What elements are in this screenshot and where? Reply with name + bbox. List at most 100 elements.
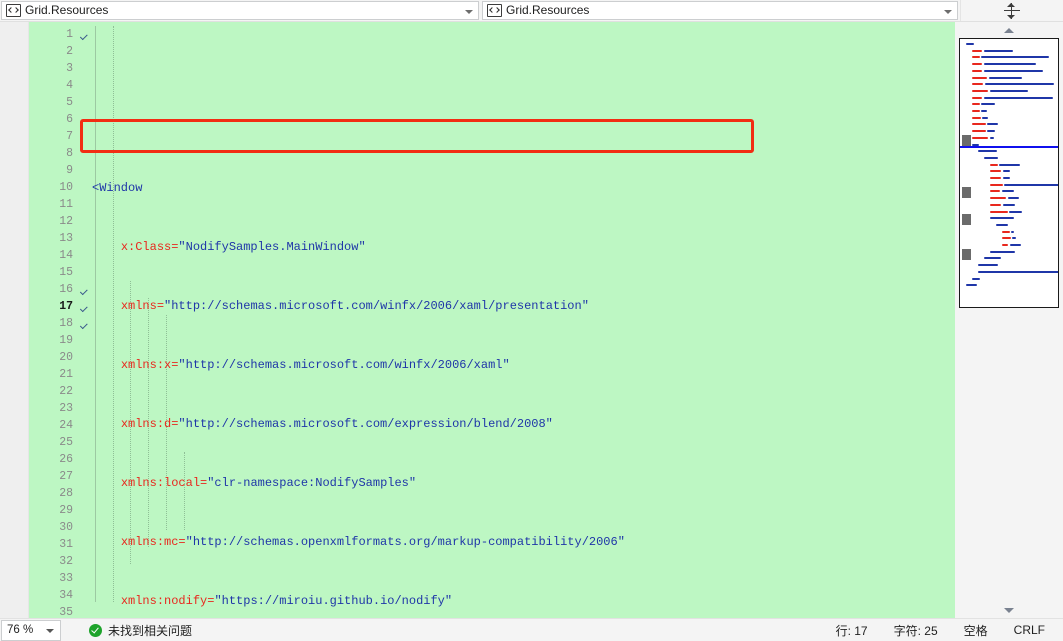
status-bar: 76 % 未找到相关问题 行: 17 字符: 25 空格 CRLF (0, 618, 1063, 641)
minimap-code-line (987, 130, 996, 133)
fold-empty (76, 502, 92, 519)
fold-empty (76, 366, 92, 383)
minimap-code-line (989, 136, 995, 139)
minimap-code-line (1001, 190, 1015, 193)
fold-empty (76, 332, 92, 349)
code-minimap[interactable] (959, 38, 1059, 308)
left-member-dropdown[interactable]: Grid.Resources (1, 1, 479, 20)
fold-toggle[interactable] (76, 315, 92, 332)
line-number: 22 (59, 385, 73, 398)
caret-line-indicator[interactable]: 行: 17 (836, 622, 868, 639)
minimap-code-line (983, 63, 1037, 66)
line-number: 9 (66, 164, 73, 177)
code-line: x:Class="NodifySamples.MainWindow" (120, 240, 366, 254)
minimap-code-line (1002, 244, 1009, 246)
breakpoint-margin[interactable] (0, 22, 29, 618)
fold-empty (76, 519, 92, 536)
minimap-code-line (1009, 210, 1022, 213)
fold-empty (76, 43, 92, 60)
chevron-down-icon[interactable] (465, 9, 473, 14)
minimap-viewport-indicator[interactable] (960, 146, 1058, 148)
triangle-up-icon (1004, 27, 1014, 33)
right-member-dropdown[interactable]: Grid.Resources (482, 1, 958, 20)
line-ending-indicator[interactable]: CRLF (1014, 623, 1045, 637)
zoom-level-label: 76 % (7, 624, 34, 636)
chevron-down-icon (79, 287, 88, 296)
line-number: 5 (66, 96, 73, 109)
issue-status[interactable]: 未找到相关问题 (89, 622, 192, 639)
minimap-code-line (972, 116, 981, 119)
line-number: 15 (59, 266, 73, 279)
line-number: 1 (66, 28, 73, 41)
minimap-code-line (990, 203, 1002, 206)
line-number: 27 (59, 470, 73, 483)
minimap-code-line (990, 170, 1002, 173)
minimap-code-line (972, 136, 989, 139)
minimap-code-line (999, 163, 1020, 166)
fold-empty (76, 349, 92, 366)
scrollbar-track[interactable] (955, 308, 1063, 602)
check-circle-icon (89, 623, 102, 637)
minimap-code-line (990, 163, 998, 166)
minimap-code-line (1002, 237, 1011, 240)
minimap-code-line (972, 76, 987, 79)
minimap-code-line (972, 49, 982, 52)
split-view-icon (1004, 2, 1020, 19)
minimap-code-line (990, 190, 1000, 193)
scroll-down-button[interactable] (955, 602, 1063, 618)
line-number: 18 (59, 317, 73, 330)
line-number: 6 (66, 113, 73, 126)
minimap-change-marker (962, 135, 971, 146)
chevron-down-icon (79, 321, 88, 330)
fold-empty (76, 162, 92, 179)
code-line: xmlns="http://schemas.microsoft.com/winf… (120, 299, 589, 313)
fold-toggle[interactable] (76, 26, 92, 43)
fold-toggle[interactable] (76, 298, 92, 315)
chevron-down-icon[interactable] (944, 9, 952, 14)
minimap-code-line (978, 270, 1058, 273)
fold-empty (76, 570, 92, 587)
caret-column-indicator[interactable]: 字符: 25 (894, 622, 938, 639)
line-number: 8 (66, 147, 73, 160)
code-line: xmlns:local="clr-namespace:NodifySamples… (120, 476, 417, 490)
code-line: xmlns:x="http://schemas.microsoft.com/wi… (120, 358, 510, 372)
line-number: 21 (59, 368, 73, 381)
scroll-up-button[interactable] (955, 22, 1063, 38)
line-number: 19 (59, 334, 73, 347)
line-number: 13 (59, 232, 73, 245)
minimap-code-line (972, 110, 980, 112)
minimap-code-line (972, 63, 982, 66)
fold-empty (76, 468, 92, 485)
fold-empty (76, 536, 92, 553)
split-view-button[interactable] (960, 0, 1063, 21)
fold-empty (76, 230, 92, 247)
minimap-scrollbar[interactable] (955, 22, 1063, 618)
minimap-code-line (972, 96, 982, 99)
fold-empty (76, 434, 92, 451)
code-line: xmlns:nodify="https://miroiu.github.io/n… (120, 594, 453, 608)
minimap-code-line (984, 156, 999, 159)
fold-empty (76, 145, 92, 162)
indentation-indicator[interactable]: 空格 (964, 622, 988, 639)
fold-empty (76, 604, 92, 618)
code-line: xmlns:mc="http://schemas.openxmlformats.… (120, 535, 625, 549)
status-bar-right: 行: 17 字符: 25 空格 CRLF (836, 622, 1063, 639)
code-text-area[interactable]: <Window x:Class="NodifySamples.MainWindo… (92, 22, 955, 618)
chevron-down-icon[interactable] (46, 629, 54, 633)
minimap-code-line (978, 150, 998, 153)
minimap-code-line (1009, 244, 1022, 246)
code-folding-margin[interactable] (76, 22, 92, 618)
minimap-change-marker (962, 187, 971, 198)
minimap-code-line (990, 250, 1016, 253)
minimap-code-line (1002, 177, 1010, 179)
minimap-code-line (972, 130, 986, 133)
fold-toggle[interactable] (76, 281, 92, 298)
fold-empty (76, 451, 92, 468)
zoom-level-dropdown[interactable]: 76 % (1, 619, 61, 641)
line-number: 34 (59, 589, 73, 602)
line-number: 3 (66, 62, 73, 75)
minimap-change-marker (962, 249, 971, 260)
minimap-code-line (990, 177, 1002, 179)
issue-status-label: 未找到相关问题 (108, 623, 193, 638)
minimap-code-line (1004, 183, 1058, 186)
